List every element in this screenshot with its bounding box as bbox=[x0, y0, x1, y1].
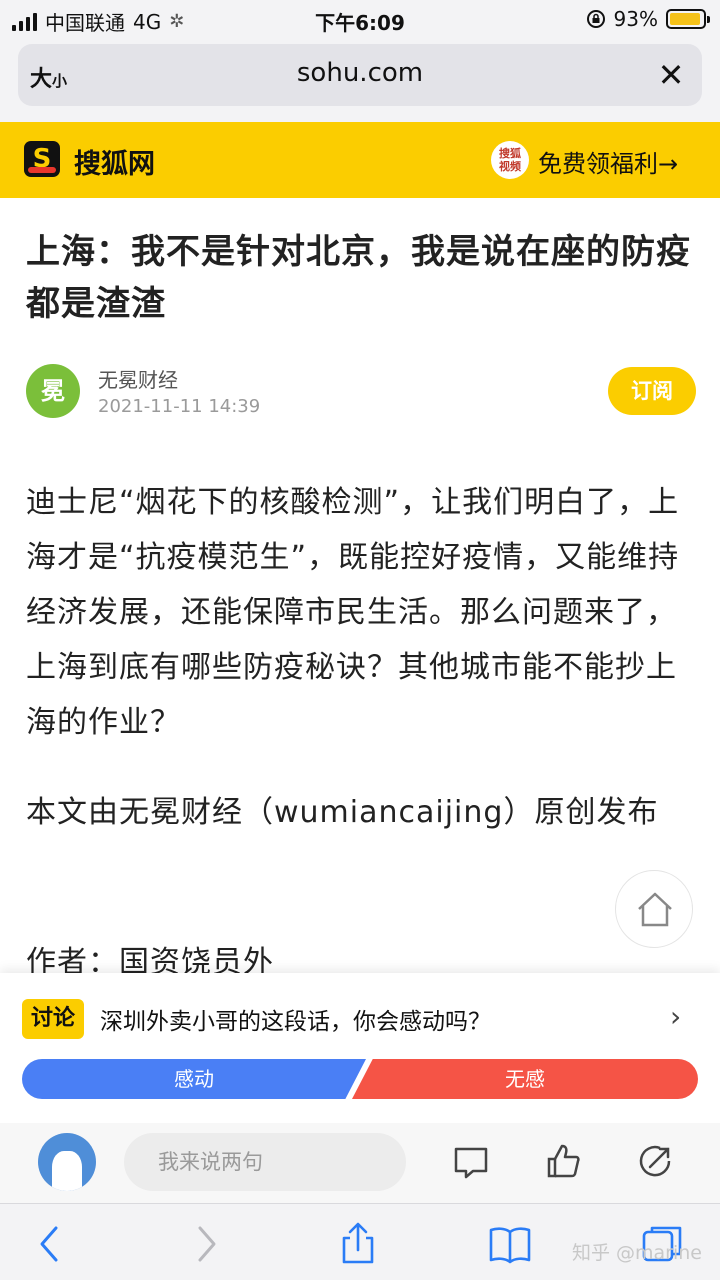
status-right: 93% bbox=[586, 7, 710, 31]
article-paragraph: 迪士尼“烟花下的核酸检测”，让我们明白了，上海才是“抗疫模范生”，既能控好疫情，… bbox=[26, 485, 680, 740]
comment-input[interactable]: 我来说两句 bbox=[124, 1133, 406, 1191]
discussion-question[interactable]: 深圳外卖小哥的这段话，你会感动吗？ bbox=[100, 1002, 491, 1036]
subscribe-button[interactable]: 订阅 bbox=[608, 367, 696, 415]
sohu-video-badge[interactable]: 搜狐 视频 bbox=[491, 141, 529, 179]
battery-percent: 93% bbox=[613, 7, 658, 31]
lock-rotation-icon bbox=[586, 10, 605, 28]
video-badge-top: 搜狐 bbox=[499, 147, 521, 160]
promo-link[interactable]: 免费领福利→ bbox=[538, 144, 678, 179]
close-icon[interactable]: ✕ bbox=[654, 58, 688, 92]
sohu-logo[interactable]: S bbox=[24, 141, 60, 177]
comment-icon[interactable] bbox=[451, 1141, 491, 1181]
author-avatar[interactable]: 冕 bbox=[26, 364, 80, 418]
comment-bar: 我来说两句 bbox=[0, 1123, 720, 1203]
publish-date: 2021-11-11 14:39 bbox=[98, 396, 261, 417]
site-name[interactable]: 搜狐网 bbox=[74, 142, 155, 181]
article-title: 上海：我不是针对北京，我是说在座的防疫都是渣渣 bbox=[26, 232, 691, 324]
home-icon bbox=[638, 892, 672, 927]
address-bar[interactable]: 大小 sohu.com ✕ bbox=[18, 44, 702, 106]
watermark-text: 知乎 @marine bbox=[571, 1242, 702, 1264]
chevron-right-icon[interactable]: › bbox=[670, 1000, 681, 1033]
browser-address-area: 大小 sohu.com ✕ bbox=[0, 40, 720, 122]
discussion-badge: 讨论 bbox=[22, 999, 84, 1039]
video-badge-bottom: 视频 bbox=[499, 160, 521, 173]
thumbs-up-icon[interactable] bbox=[543, 1141, 583, 1181]
user-avatar[interactable] bbox=[38, 1133, 96, 1191]
battery-fill bbox=[670, 13, 700, 25]
vote-untouched-button[interactable]: 无感 bbox=[352, 1059, 698, 1099]
battery-icon bbox=[666, 9, 710, 29]
home-button[interactable] bbox=[615, 870, 693, 948]
site-header: S 搜狐网 搜狐 视频 免费领福利→ bbox=[0, 122, 720, 198]
share-icon[interactable] bbox=[636, 1141, 676, 1181]
share-sheet-icon[interactable] bbox=[336, 1222, 380, 1266]
back-icon[interactable] bbox=[28, 1222, 72, 1266]
vote-touched-button[interactable]: 感动 bbox=[22, 1059, 366, 1099]
article-paragraph: 本文由无冕财经（wumiancaijing）原创发布 bbox=[26, 795, 659, 830]
article-paragraph: 作者：国资饶员外 bbox=[26, 945, 274, 973]
author-name[interactable]: 无冕财经 bbox=[98, 364, 178, 393]
url-text[interactable]: sohu.com bbox=[18, 58, 702, 88]
status-bar: 中国联通 4G ✲ 下午6:09 93% bbox=[0, 0, 720, 40]
bookmarks-icon[interactable] bbox=[488, 1222, 532, 1266]
forward-icon[interactable] bbox=[184, 1222, 228, 1266]
discussion-card: 讨论 深圳外卖小哥的这段话，你会感动吗？ › 感动 无感 bbox=[0, 973, 720, 1123]
